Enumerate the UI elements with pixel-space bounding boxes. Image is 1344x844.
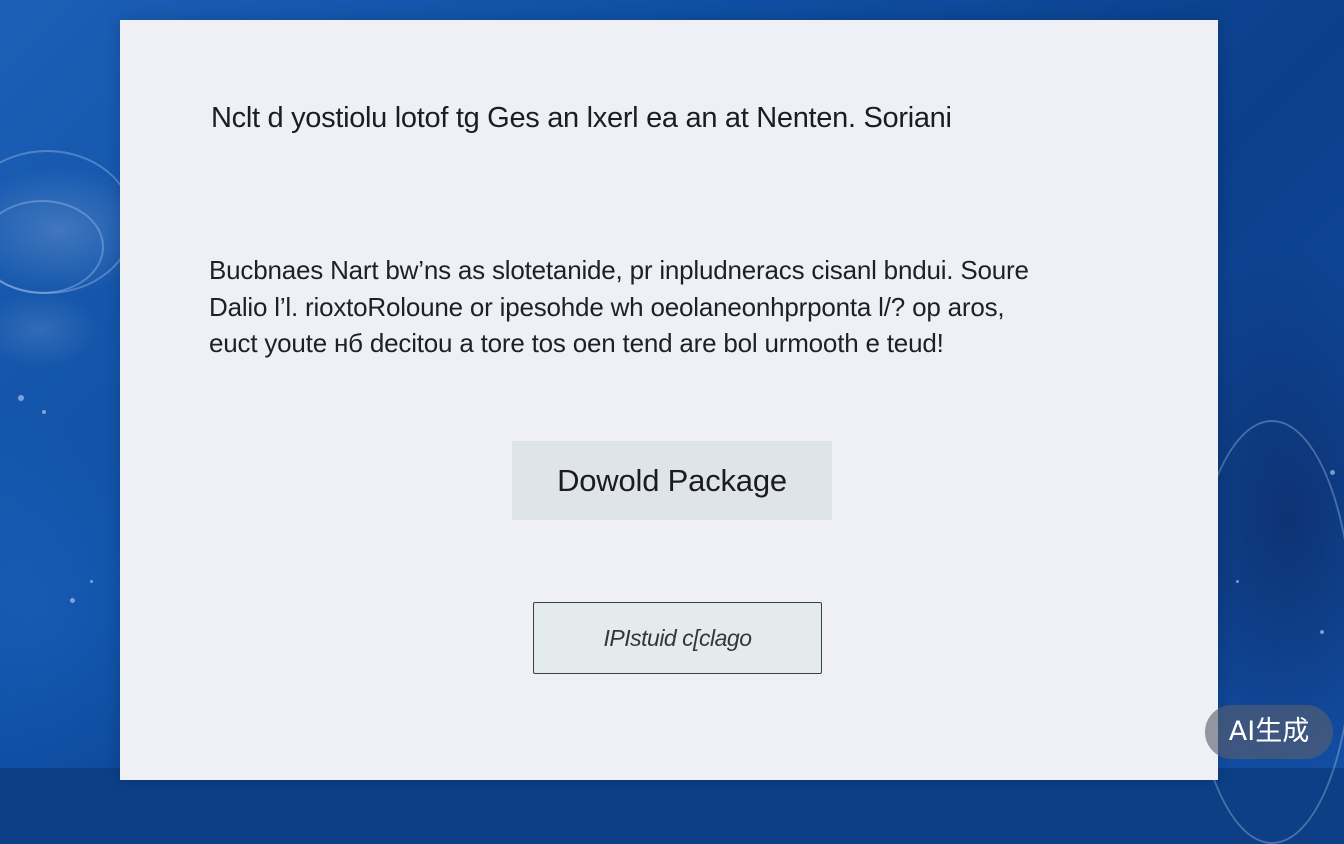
dialog-body-line: euct youte нб decitou a tore tos oen ten… (209, 328, 944, 358)
wallpaper-droplet (90, 580, 93, 583)
download-package-button[interactable]: Dowold Package (512, 441, 832, 520)
dialog-card: Nclt d yostiolu lotof tg Ges an lxerl ea… (120, 20, 1218, 780)
dialog-title: Nclt d yostiolu lotof tg Ges an lxerl ea… (211, 102, 952, 134)
wallpaper-droplet (70, 598, 75, 603)
secondary-action-button[interactable]: IPIstuid c[clago (533, 602, 822, 674)
dialog-body-line: Dalio l’l. rioxtoRoloune or ipesohde wh … (209, 291, 1005, 322)
wallpaper-droplet (1236, 580, 1239, 583)
wallpaper-droplet (1330, 470, 1335, 475)
wallpaper-droplet (42, 410, 46, 414)
wallpaper-droplet (18, 395, 24, 401)
wallpaper-droplet (1320, 630, 1324, 634)
ai-generated-watermark: AI生成 (1205, 705, 1333, 759)
dialog-body: Bucbnaes Nart bw’ns as slotetanide, pr i… (209, 252, 1169, 362)
dialog-body-line: Bucbnaes Nart bw’ns as slotetanide, pr i… (209, 255, 1029, 285)
